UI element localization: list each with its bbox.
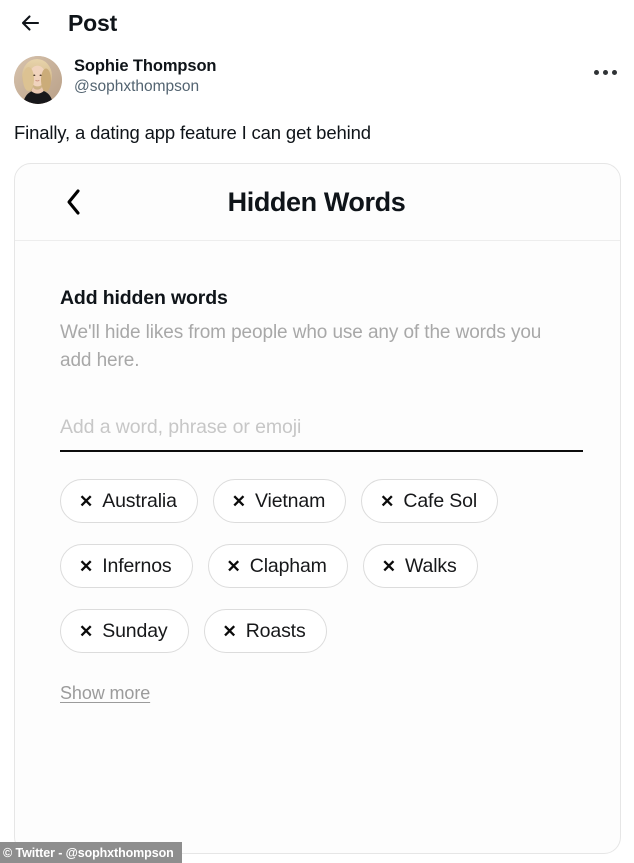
close-x-icon[interactable]: ✕ xyxy=(223,623,237,640)
author-handle: @sophxthompson xyxy=(74,78,200,96)
more-horizontal-icon[interactable] xyxy=(590,56,620,82)
hidden-word-chip[interactable]: ✕ Infernos xyxy=(60,544,193,589)
close-x-icon[interactable]: ✕ xyxy=(79,623,93,640)
post-screen: Post Sophie Thompson @sophxthompson Fina… xyxy=(0,0,634,863)
hidden-word-chip-label: Australia xyxy=(102,489,177,512)
tweet-text: Finally, a dating app feature I can get … xyxy=(14,122,371,143)
hidden-word-chip[interactable]: ✕ Australia xyxy=(60,479,198,524)
author-row: Sophie Thompson @sophxthompson xyxy=(0,56,634,108)
close-x-icon[interactable]: ✕ xyxy=(79,493,93,510)
author-names: Sophie Thompson @sophxthompson xyxy=(74,56,217,97)
watermark: © Twitter - @sophxthompson xyxy=(0,842,182,863)
hidden-word-chip[interactable]: ✕ Walks xyxy=(362,544,478,589)
show-more-link[interactable]: Show more xyxy=(60,683,150,704)
hidden-word-chip-label: Cafe Sol xyxy=(403,489,478,512)
section-description: We'll hide likes from people who use any… xyxy=(60,322,542,371)
input-underline xyxy=(60,450,583,453)
hidden-word-chip-label: Sunday xyxy=(102,619,168,642)
hidden-word-chip[interactable]: ✕ Vietnam xyxy=(212,479,347,524)
hidden-word-chip-label: Infernos xyxy=(102,554,172,577)
card-title: Hidden Words xyxy=(227,186,406,217)
hidden-words-card: Hidden Words Add hidden words We'll hide… xyxy=(14,163,621,854)
avatar[interactable] xyxy=(14,56,62,104)
close-x-icon[interactable]: ✕ xyxy=(380,493,394,510)
top-navigation-bar: Post xyxy=(0,0,634,46)
page-title: Post xyxy=(68,9,118,36)
close-x-icon[interactable]: ✕ xyxy=(232,493,246,510)
chevron-left-icon[interactable] xyxy=(60,187,86,217)
hidden-word-chip[interactable]: ✕ Clapham xyxy=(207,544,348,589)
card-body: Add hidden words We'll hide likes from p… xyxy=(15,241,620,704)
section-title: Add hidden words xyxy=(60,287,228,309)
close-x-icon[interactable]: ✕ xyxy=(382,558,396,575)
close-x-icon[interactable]: ✕ xyxy=(227,558,241,575)
hidden-word-chip-label: Clapham xyxy=(249,554,327,577)
hidden-word-input[interactable] xyxy=(60,416,583,451)
back-arrow-icon[interactable] xyxy=(14,6,48,40)
hidden-word-chip-label: Walks xyxy=(405,554,457,577)
card-header: Hidden Words xyxy=(15,164,620,241)
dot xyxy=(611,69,617,75)
close-x-icon[interactable]: ✕ xyxy=(79,558,93,575)
hidden-word-chip[interactable]: ✕ Sunday xyxy=(60,609,189,654)
hidden-word-chip-label: Roasts xyxy=(245,619,306,642)
author-display-name: Sophie Thompson xyxy=(74,57,217,75)
dot xyxy=(593,69,599,75)
hidden-word-chip-label: Vietnam xyxy=(255,489,326,512)
hidden-word-chip[interactable]: ✕ Roasts xyxy=(203,609,327,654)
dot xyxy=(602,69,608,75)
hidden-word-chip[interactable]: ✕ Cafe Sol xyxy=(361,479,499,524)
hidden-words-chip-list: ✕ Australia ✕ Vietnam ✕ Cafe Sol ✕ Infernos ✕ Cla… xyxy=(60,479,590,654)
hidden-word-input-wrap xyxy=(60,416,583,453)
